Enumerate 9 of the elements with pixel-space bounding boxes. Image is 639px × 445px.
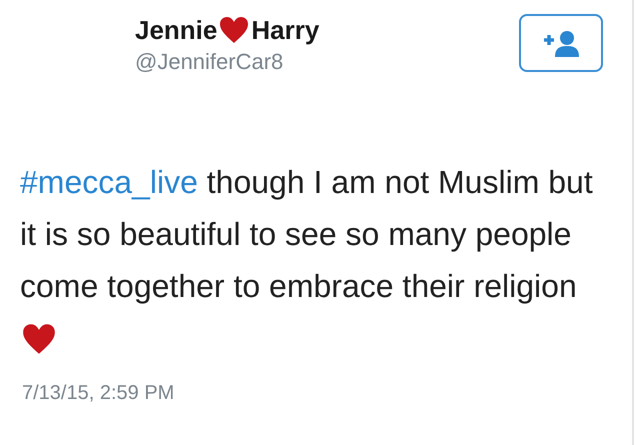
heart-icon [219,16,250,44]
follow-button[interactable] [519,14,603,72]
tweet-text: #mecca_live though I am not Muslim but it is so beautiful to see so many people come together to embrace their religion [0,156,630,364]
hashtag-link[interactable]: #mecca_live [20,164,198,200]
timestamp: 7/13/15, 2:59 PM [22,381,174,406]
author-name: Harry [251,14,320,46]
heart-icon [22,323,56,355]
author-handle: @JenniferCar8 [135,48,284,76]
author-name: Jennie [135,14,218,46]
